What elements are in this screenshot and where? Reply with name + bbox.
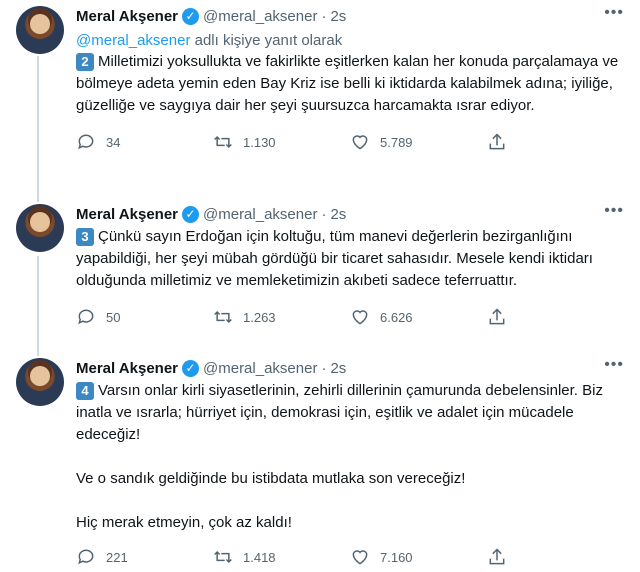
retweet-button[interactable]: 1.418 <box>213 547 350 567</box>
retweet-icon <box>213 547 233 567</box>
tweet-header: Meral Akşener ✓ @meral_aksener · 2s <box>76 200 624 224</box>
like-button[interactable]: 5.789 <box>350 132 487 152</box>
retweet-button[interactable]: 1.130 <box>213 132 350 152</box>
heart-icon <box>350 132 370 152</box>
share-icon <box>487 132 507 152</box>
avatar[interactable] <box>16 204 64 252</box>
keycap-number-badge: 2 <box>76 53 94 71</box>
like-count: 5.789 <box>380 134 413 150</box>
tweet-text: 4 Varsın onlar kirli siyasetlerinin, zehi… <box>76 380 624 534</box>
timestamp[interactable]: 2s <box>330 206 346 223</box>
retweet-icon <box>213 132 233 152</box>
separator-dot: · <box>321 7 327 25</box>
reply-context-text: adlı kişiye yanıt olarak <box>190 32 343 49</box>
like-count: 7.160 <box>380 549 413 565</box>
thread-line <box>37 56 39 180</box>
reply-button[interactable]: 50 <box>76 307 213 327</box>
thread-line <box>37 334 39 356</box>
tweet-header: Meral Akşener ✓ @meral_aksener · 2s <box>76 2 624 26</box>
retweet-count: 1.263 <box>243 309 276 325</box>
avatar[interactable] <box>16 358 64 406</box>
retweet-button[interactable]: 1.263 <box>213 307 350 327</box>
heart-icon <box>350 547 370 567</box>
heart-icon <box>350 307 370 327</box>
retweet-icon <box>213 307 233 327</box>
verified-badge-icon: ✓ <box>182 7 199 25</box>
tweet-actions: 34 1.130 5.789 <box>76 127 624 157</box>
tweet-body: Varsın onlar kirli siyasetlerinin, zehir… <box>76 382 603 531</box>
more-options-icon[interactable]: ••• <box>604 202 624 220</box>
reply-context: @meral_aksener adlı kişiye yanıt olarak <box>76 32 624 49</box>
share-button[interactable] <box>487 307 624 327</box>
reply-icon <box>76 132 96 152</box>
author-handle[interactable]: @meral_aksener <box>203 8 317 25</box>
tweet-header: Meral Akşener ✓ @meral_aksener · 2s <box>76 354 624 378</box>
reply-icon <box>76 307 96 327</box>
tweet-body: Milletimizi yoksullukta ve fakirlikte eş… <box>76 53 623 114</box>
share-button[interactable] <box>487 132 624 152</box>
author-name[interactable]: Meral Akşener <box>76 8 178 25</box>
reply-button[interactable]: 221 <box>76 547 213 567</box>
keycap-number-badge: 3 <box>76 228 94 246</box>
timestamp[interactable]: 2s <box>330 8 346 25</box>
more-options-icon[interactable]: ••• <box>604 356 624 374</box>
reply-count: 221 <box>106 549 128 565</box>
more-options-icon[interactable]: ••• <box>604 4 624 22</box>
tweet-text: 2 Milletimizi yoksullukta ve fakirlikte e… <box>76 51 624 117</box>
tweet[interactable]: Meral Akşener ✓ @meral_aksener · 2s ••• … <box>0 0 640 180</box>
timestamp[interactable]: 2s <box>330 360 346 377</box>
author-name[interactable]: Meral Akşener <box>76 206 178 223</box>
reply-count: 50 <box>106 309 121 325</box>
tweet[interactable]: Meral Akşener ✓ @meral_aksener · 2s ••• … <box>0 180 640 334</box>
tweet-actions: 221 1.418 7.160 <box>76 542 624 572</box>
reply-button[interactable]: 34 <box>76 132 213 152</box>
thread-line <box>37 180 39 202</box>
author-handle[interactable]: @meral_aksener <box>203 206 317 223</box>
avatar[interactable] <box>16 6 64 54</box>
tweet-text: 3 Çünkü sayın Erdoğan için koltuğu, tüm m… <box>76 226 624 292</box>
author-name[interactable]: Meral Akşener <box>76 360 178 377</box>
thread-line <box>37 256 39 334</box>
tweet-body: Çünkü sayın Erdoğan için koltuğu, tüm ma… <box>76 228 598 289</box>
author-handle[interactable]: @meral_aksener <box>203 360 317 377</box>
like-button[interactable]: 6.626 <box>350 307 487 327</box>
retweet-count: 1.418 <box>243 549 276 565</box>
tweet[interactable]: Meral Akşener ✓ @meral_aksener · 2s ••• … <box>0 334 640 565</box>
keycap-number-badge: 4 <box>76 382 94 400</box>
verified-badge-icon: ✓ <box>182 205 199 223</box>
like-count: 6.626 <box>380 309 413 325</box>
like-button[interactable]: 7.160 <box>350 547 487 567</box>
verified-badge-icon: ✓ <box>182 359 199 377</box>
reply-icon <box>76 547 96 567</box>
retweet-count: 1.130 <box>243 134 276 150</box>
share-icon <box>487 307 507 327</box>
separator-dot: · <box>321 359 327 377</box>
reply-count: 34 <box>106 134 121 150</box>
separator-dot: · <box>321 205 327 223</box>
tweet-actions: 50 1.263 6.626 <box>76 302 624 332</box>
reply-mention-link[interactable]: @meral_aksener <box>76 32 190 49</box>
share-icon <box>487 547 507 567</box>
share-button[interactable] <box>487 547 624 567</box>
